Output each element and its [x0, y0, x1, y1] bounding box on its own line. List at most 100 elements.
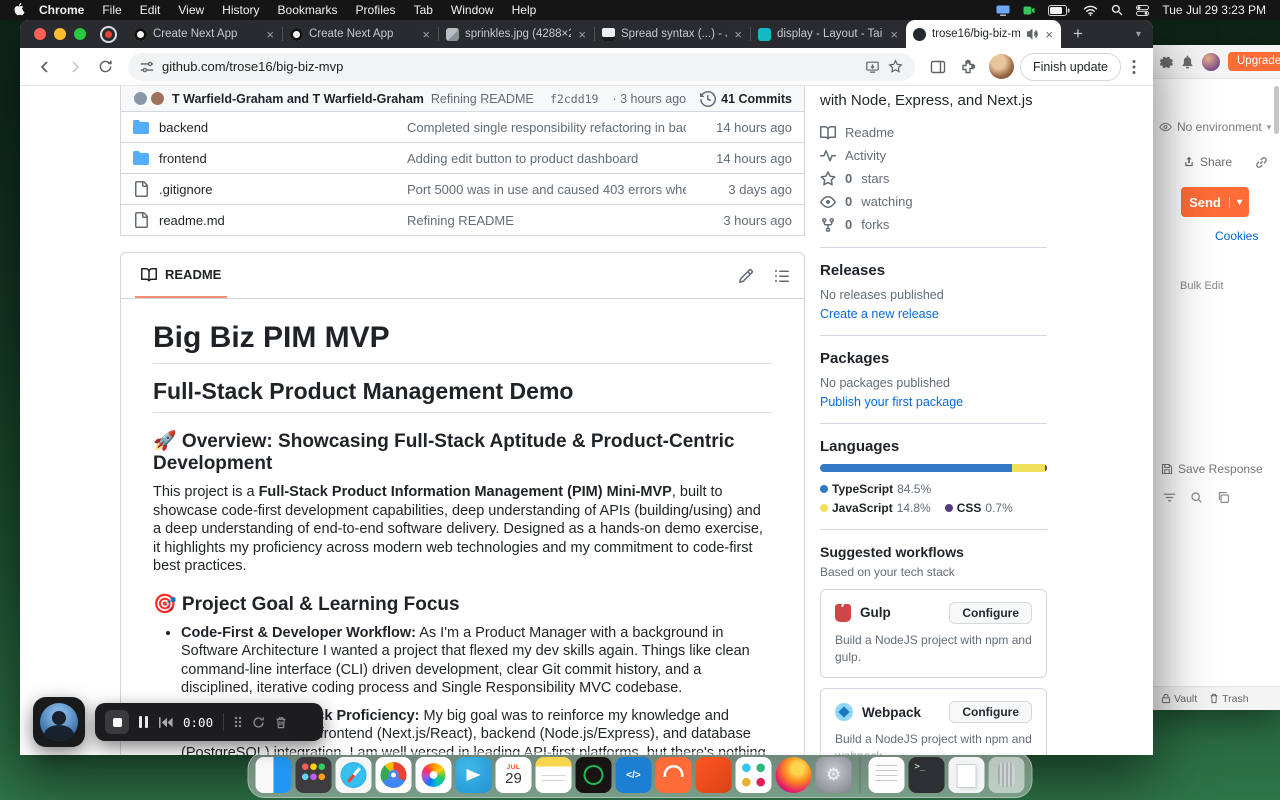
language-legend-item[interactable]: CSS 0.7% — [944, 501, 1013, 515]
file-name[interactable]: frontend — [159, 151, 397, 166]
apple-icon[interactable] — [14, 3, 26, 17]
file-commit-message[interactable]: Refining README — [407, 213, 686, 228]
tab-audio-icon[interactable] — [1026, 28, 1039, 40]
dock-firefox-icon[interactable] — [775, 757, 812, 793]
reload-button[interactable] — [92, 54, 118, 80]
minimize-window-button[interactable] — [54, 28, 66, 40]
file-name[interactable]: backend — [159, 120, 397, 135]
file-row[interactable]: readme.md Refining README 3 hours ago — [120, 205, 805, 236]
bell-icon[interactable] — [1181, 55, 1194, 69]
tab-close-icon[interactable]: × — [421, 28, 431, 41]
dock-documents-stack-icon[interactable] — [948, 757, 985, 793]
readme-tab[interactable]: README — [135, 253, 228, 298]
bookmark-star-icon[interactable] — [888, 59, 903, 74]
dock-calendar-icon[interactable]: JUL 29 — [495, 757, 532, 793]
tab-spread-syntax-mdn[interactable]: Spread syntax (...) - Ja... × — [595, 20, 750, 48]
file-row[interactable]: frontend Adding edit button to product d… — [120, 143, 805, 174]
dock-trash-icon[interactable] — [988, 757, 1025, 793]
tab-create-next-app-2[interactable]: Create Next App × — [283, 20, 438, 48]
file-name[interactable]: readme.md — [159, 213, 397, 228]
rewind-icon[interactable] — [159, 716, 173, 728]
restart-recording-icon[interactable] — [252, 716, 265, 729]
file-commit-message[interactable]: Completed single responsibility refactor… — [407, 120, 686, 135]
tab-close-icon[interactable]: × — [733, 28, 743, 41]
back-button[interactable] — [32, 54, 58, 80]
vault-item[interactable]: Vault — [1161, 693, 1197, 705]
link-icon[interactable] — [1255, 156, 1268, 169]
zoom-window-button[interactable] — [74, 28, 86, 40]
commits-count[interactable]: 41 Commits — [700, 90, 792, 107]
pause-icon[interactable] — [139, 716, 149, 728]
dock-finder-icon[interactable] — [255, 757, 292, 793]
dock-safari-icon[interactable] — [335, 757, 372, 793]
dock-textedit-icon[interactable] — [868, 757, 905, 793]
author-avatar[interactable] — [150, 91, 165, 106]
camera-indicator-icon[interactable] — [1023, 6, 1035, 15]
tab-search-icon[interactable]: ▾ — [1136, 29, 1141, 40]
menu-item-tab[interactable]: Tab — [405, 3, 442, 17]
dock-app-icon[interactable] — [695, 757, 732, 793]
dock-notes-icon[interactable] — [535, 757, 572, 793]
bulk-edit-button[interactable]: Bulk Edit — [1180, 280, 1223, 292]
omnibox[interactable]: github.com/trose16/big-biz-mvp — [128, 52, 915, 81]
create-release-link[interactable]: Create a new release — [820, 307, 939, 321]
control-center-icon[interactable] — [1136, 4, 1150, 16]
side-panel-icon[interactable] — [925, 54, 951, 80]
sidebar-forks-link[interactable]: 0 forks — [820, 217, 1047, 233]
menu-item-window[interactable]: Window — [442, 3, 503, 17]
send-options-icon[interactable]: ▾ — [1229, 196, 1249, 208]
save-response-button[interactable]: Save Response — [1161, 462, 1263, 476]
stop-recording-button[interactable] — [105, 710, 129, 734]
tab-close-icon[interactable]: × — [577, 28, 587, 41]
dock-spotify-icon[interactable] — [575, 757, 612, 793]
dock-system-settings-icon[interactable]: ⚙ — [815, 757, 852, 793]
commit-sha[interactable]: f2cdd19 — [550, 92, 598, 106]
file-commit-message[interactable]: Port 5000 was in use and caused 403 erro… — [407, 182, 686, 197]
outline-list-icon[interactable] — [774, 268, 790, 284]
postman-scrollbar[interactable] — [1274, 86, 1279, 134]
commit-bar[interactable]: T Warfield-Graham and T Warfield-Graham … — [120, 86, 805, 112]
share-button[interactable]: Share — [1183, 155, 1272, 169]
file-name[interactable]: .gitignore — [159, 182, 397, 197]
language-segment-css[interactable] — [1045, 463, 1047, 472]
dock-launchpad-icon[interactable] — [295, 757, 332, 793]
sidebar-watching-link[interactable]: 0 watching — [820, 194, 1047, 210]
language-segment-javascript[interactable] — [1011, 463, 1046, 472]
close-window-button[interactable] — [34, 28, 46, 40]
menu-item-history[interactable]: History — [213, 3, 268, 17]
dock-terminal-icon[interactable] — [908, 757, 945, 793]
menu-bar-clock[interactable]: Tue Jul 29 3:23 PM — [1162, 3, 1266, 17]
tab-create-next-app-1[interactable]: Create Next App × — [127, 20, 282, 48]
file-row[interactable]: backend Completed single responsibility … — [120, 112, 805, 143]
menu-item-help[interactable]: Help — [503, 3, 546, 17]
commit-authors[interactable]: T Warfield-Graham and T Warfield-Graham — [172, 92, 424, 106]
sidebar-stars-link[interactable]: 0 stars — [820, 171, 1047, 187]
menu-item-bookmarks[interactable]: Bookmarks — [269, 3, 347, 17]
author-avatar[interactable] — [133, 91, 148, 106]
tab-close-icon[interactable]: × — [889, 28, 899, 41]
publish-package-link[interactable]: Publish your first package — [820, 395, 963, 409]
cookies-link[interactable]: Cookies — [1215, 229, 1258, 243]
recording-indicator-icon[interactable] — [100, 25, 117, 43]
dock-telegram-icon[interactable] — [455, 757, 492, 793]
edit-pencil-icon[interactable] — [738, 268, 754, 284]
tab-github-repo[interactable]: trose16/big-biz-mv... × — [906, 20, 1061, 48]
install-icon[interactable] — [865, 60, 880, 74]
delete-recording-icon[interactable] — [275, 716, 287, 729]
search-icon[interactable] — [1190, 491, 1203, 504]
trash-item[interactable]: Trash — [1209, 693, 1249, 705]
sidebar-activity-link[interactable]: Activity — [820, 148, 1047, 164]
recorder-camera-bubble[interactable] — [33, 697, 85, 747]
menu-item-chrome[interactable]: Chrome — [30, 3, 93, 17]
tab-sprinkles-image[interactable]: sprinkles.jpg (4288×2... × — [439, 20, 594, 48]
battery-icon[interactable] — [1048, 4, 1070, 16]
wifi-icon[interactable] — [1083, 5, 1098, 16]
drag-handle-icon[interactable] — [234, 716, 242, 728]
configure-button[interactable]: Configure — [949, 701, 1032, 724]
send-button[interactable]: Send ▾ — [1181, 187, 1249, 217]
file-row[interactable]: .gitignore Port 5000 was in use and caus… — [120, 174, 805, 205]
gear-icon[interactable] — [1159, 55, 1173, 69]
dock-vscode-icon[interactable]: </> — [615, 757, 652, 793]
screen-mirroring-icon[interactable] — [996, 5, 1010, 16]
dock-slack-icon[interactable] — [735, 757, 772, 793]
